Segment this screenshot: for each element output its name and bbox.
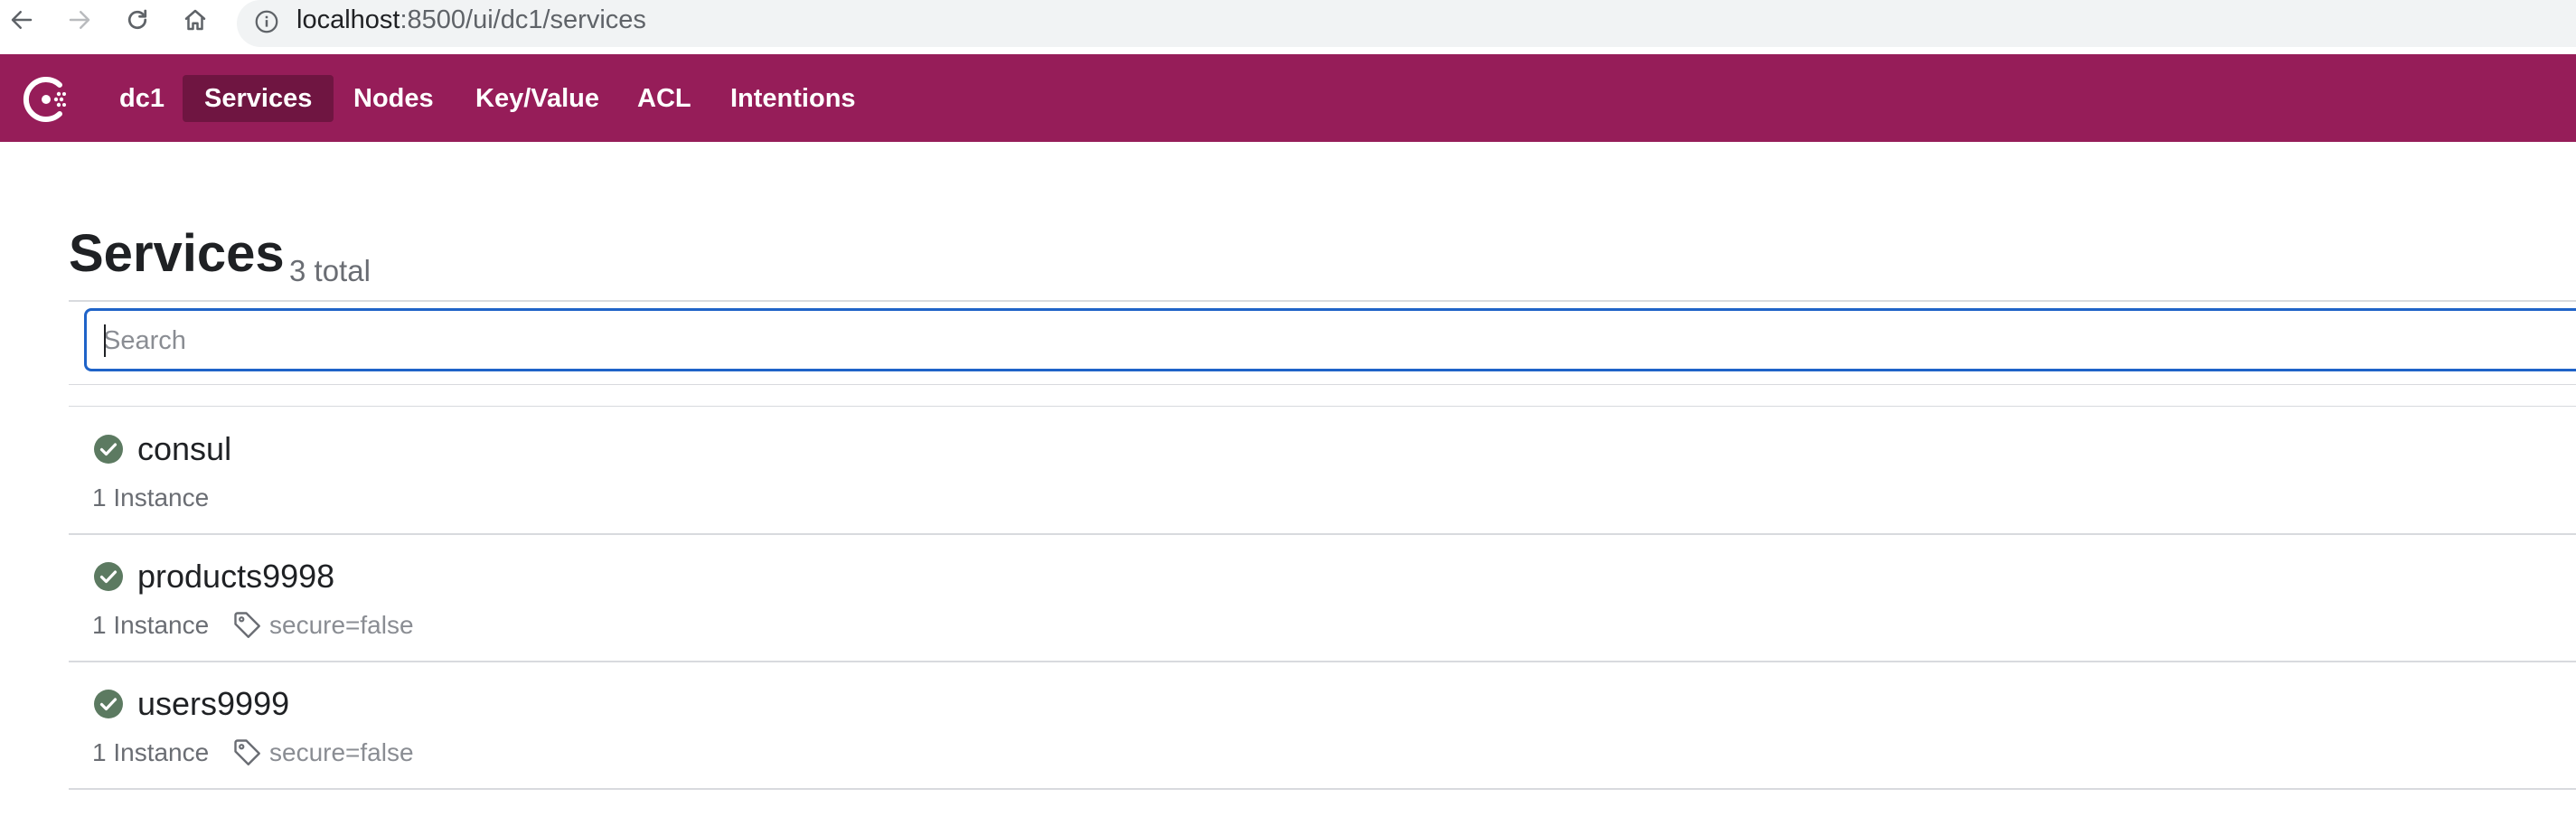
search-field[interactable] <box>84 308 2576 371</box>
reload-button[interactable] <box>118 0 157 40</box>
tag-icon <box>234 612 260 638</box>
nav-key-value[interactable]: Key/Value <box>454 75 621 122</box>
consul-logo-icon[interactable] <box>22 72 76 127</box>
service-tag: secure=false <box>269 738 414 766</box>
home-icon <box>184 9 206 31</box>
back-button[interactable] <box>2 0 42 40</box>
service-row-consul[interactable]: consul 1 Instance <box>69 408 2576 534</box>
address-bar[interactable]: localhost:8500/ui/dc1/services <box>237 0 2576 47</box>
passing-check-icon <box>94 690 123 718</box>
services-count: 3 total <box>289 254 371 287</box>
instance-count: 1 Instance <box>92 611 210 639</box>
search-input[interactable] <box>101 319 2545 362</box>
instance-count: 1 Instance <box>92 483 210 512</box>
instance-count: 1 Instance <box>92 738 210 766</box>
nav-acl[interactable]: ACL <box>616 75 713 122</box>
forward-button[interactable] <box>60 0 99 40</box>
arrow-right-icon <box>69 11 90 29</box>
text-cursor <box>104 324 106 357</box>
nav-intentions[interactable]: Intentions <box>709 75 878 122</box>
datacenter-selector[interactable]: dc1 <box>98 75 186 122</box>
home-button[interactable] <box>175 0 215 40</box>
divider <box>69 384 2576 385</box>
reload-icon <box>127 9 147 30</box>
page-title: Services <box>69 224 285 283</box>
passing-check-icon <box>94 562 123 591</box>
app-header: dc1 Services Nodes Key/Value ACL Intenti… <box>0 54 2576 142</box>
nav-services[interactable]: Services <box>183 75 334 122</box>
service-tag: secure=false <box>269 611 414 639</box>
url-path: :8500/ui/dc1/services <box>400 5 646 34</box>
nav-nodes[interactable]: Nodes <box>332 75 456 122</box>
service-name[interactable]: products9998 <box>137 558 334 595</box>
divider <box>69 300 2576 302</box>
service-row-products9998[interactable]: products9998 1 Instance secure=false <box>69 535 2576 662</box>
service-name[interactable]: consul <box>137 431 231 467</box>
service-row-users9999[interactable]: users9999 1 Instance secure=false <box>69 662 2576 789</box>
passing-check-icon <box>94 435 123 464</box>
tag-icon <box>234 739 260 765</box>
divider <box>69 406 2576 407</box>
url-host: localhost <box>296 5 400 34</box>
browser-toolbar: localhost:8500/ui/dc1/services <box>0 0 2576 55</box>
service-name[interactable]: users9999 <box>137 686 289 722</box>
divider <box>69 788 2576 790</box>
url-text: localhost:8500/ui/dc1/services <box>296 5 646 35</box>
arrow-left-icon <box>11 11 33 29</box>
info-icon[interactable] <box>253 8 280 35</box>
